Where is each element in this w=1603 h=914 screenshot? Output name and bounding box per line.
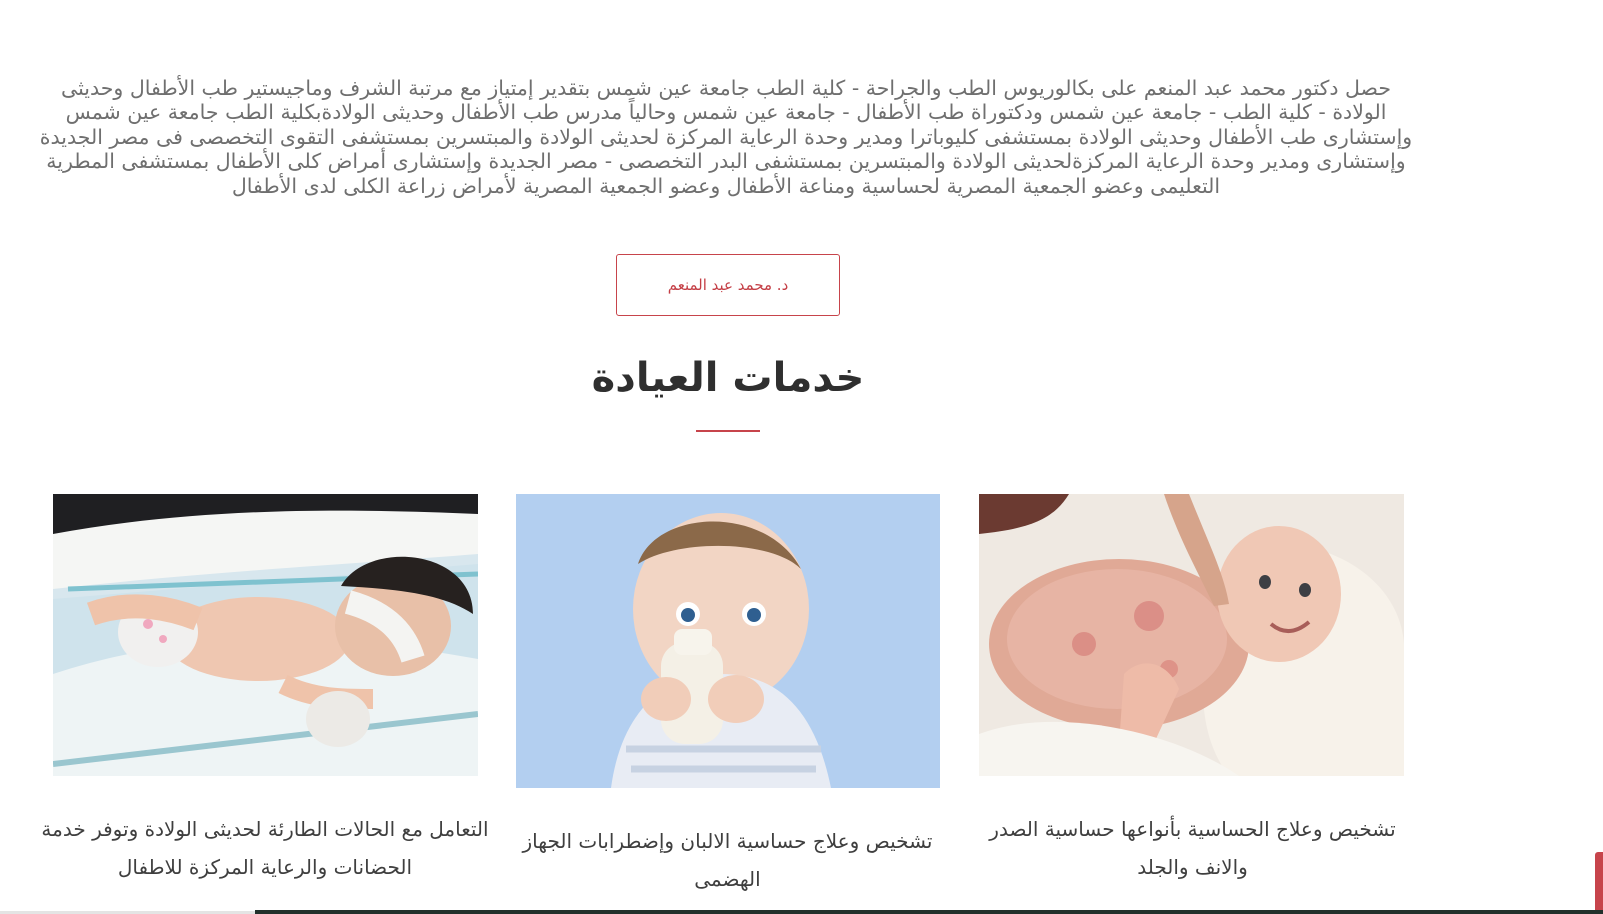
services-title: خدمات العيادة [591,355,865,401]
service-milk-allergy-text: تشخيص وعلاج حساسية الالبان وإضطرابات الج… [522,829,933,891]
baby-bottle-photo [516,494,940,788]
title-underline [696,430,760,432]
doctor-bio: حصل دكتور محمد عبد المنعم على بكالوريوس … [39,76,1413,198]
doctor-profile-button[interactable]: د. محمد عبد المنعم [616,254,840,316]
baby-rash-illustration [979,494,1404,776]
footer-bar [255,910,1603,914]
service-allergy-text: تشخيص وعلاج الحساسية بأنواعها حساسية الص… [989,817,1396,879]
newborn-incubator-illustration [53,494,478,776]
baby-bottle-illustration [516,494,940,788]
baby-rash-photo [979,494,1404,776]
floating-side-button[interactable] [1595,852,1603,914]
service-newborn-emergency-text: التعامل مع الحالات الطارئة لحديثى الولاد… [41,817,489,879]
newborn-incubator-photo [53,494,478,776]
page: حصل دكتور محمد عبد المنعم على بكالوريوس … [0,0,1603,914]
